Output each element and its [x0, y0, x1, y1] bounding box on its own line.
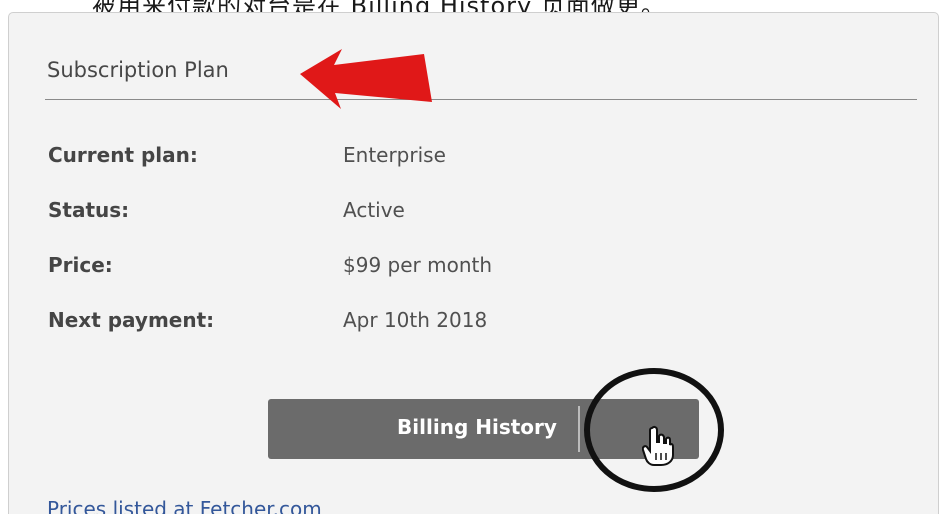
- status-value: Active: [343, 198, 405, 222]
- price-label: Price:: [48, 253, 113, 277]
- next-payment-value: Apr 10th 2018: [343, 308, 488, 332]
- top-strip: 被用来付款的对台是在 Billing History 页面做更。: [0, 0, 947, 20]
- title-divider: [45, 99, 917, 100]
- prices-link[interactable]: Prices listed at Fetcher.com: [47, 497, 322, 514]
- subscription-plan-panel: Subscription Plan Current plan: Enterpri…: [8, 12, 939, 514]
- current-plan-row: Current plan: Enterprise: [48, 143, 648, 183]
- price-row: Price: $99 per month: [48, 253, 648, 293]
- current-plan-value: Enterprise: [343, 143, 446, 167]
- panel-title: Subscription Plan: [47, 58, 229, 82]
- screenshot-canvas: 被用来付款的对台是在 Billing History 页面做更。 Subscri…: [0, 0, 947, 514]
- status-row: Status: Active: [48, 198, 648, 238]
- status-label: Status:: [48, 198, 130, 222]
- red-arrow-icon: [300, 49, 432, 109]
- hand-pointer-icon: [642, 425, 674, 466]
- next-payment-row: Next payment: Apr 10th 2018: [48, 308, 648, 348]
- next-payment-label: Next payment:: [48, 308, 215, 332]
- current-plan-label: Current plan:: [48, 143, 198, 167]
- price-value: $99 per month: [343, 253, 493, 277]
